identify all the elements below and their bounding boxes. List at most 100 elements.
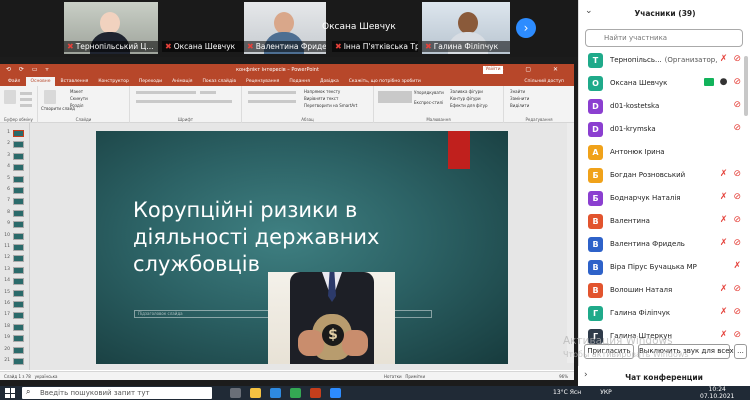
- participant-row[interactable]: В Валентина ✗ ⊘: [579, 210, 750, 233]
- slide-thumbnail[interactable]: 6: [2, 186, 28, 195]
- camera-off-icon[interactable]: ⊘: [733, 123, 741, 133]
- slide-thumbnail[interactable]: 3: [2, 152, 28, 161]
- mic-muted-icon[interactable]: ✗: [720, 54, 728, 64]
- tab-help[interactable]: Довідка: [316, 77, 343, 86]
- camera-off-icon[interactable]: ⊘: [733, 238, 741, 248]
- arrange-button[interactable]: Упорядкувати: [414, 90, 444, 95]
- powerpoint-icon[interactable]: [310, 388, 321, 398]
- participant-row[interactable]: В Віра Пірус Бучацька МР ✗: [579, 256, 750, 279]
- slide-thumbnail[interactable]: 9: [2, 220, 28, 229]
- slide-thumbnail[interactable]: 14: [2, 277, 28, 286]
- money-bag-photo[interactable]: $: [268, 272, 395, 364]
- camera-off-icon[interactable]: ⊘: [733, 215, 741, 225]
- system-tray[interactable]: 13°C Ясн УКР: [553, 389, 612, 396]
- tab-review[interactable]: Рецензування: [242, 77, 283, 86]
- tab-home[interactable]: Основне: [26, 77, 55, 86]
- slide-thumbnail[interactable]: 1: [2, 129, 28, 138]
- mic-muted-icon[interactable]: ✗: [720, 284, 728, 294]
- mic-muted-icon[interactable]: ✗: [720, 192, 728, 202]
- slide-title[interactable]: Корупційні ризики в діяльності державних…: [133, 197, 403, 278]
- section-button[interactable]: Розділ: [70, 103, 83, 108]
- select-button[interactable]: Виділити: [510, 103, 529, 108]
- tab-file[interactable]: Файл: [4, 77, 24, 86]
- slide-thumbnail[interactable]: 21: [2, 357, 28, 366]
- zoom-level[interactable]: 96%: [559, 374, 568, 379]
- more-options-button[interactable]: ...: [734, 344, 747, 359]
- slide-thumbnail[interactable]: 13: [2, 266, 28, 275]
- participant-row[interactable]: Dd01-krymska ⊘: [579, 118, 750, 141]
- participant-row[interactable]: Б Боднарчук Наталія ✗ ⊘: [579, 187, 750, 210]
- layout-button[interactable]: Макет: [70, 89, 83, 94]
- camera-off-icon[interactable]: ⊘: [733, 169, 741, 179]
- participant-row[interactable]: Г Галина Філіпчук ✗ ⊘: [579, 302, 750, 325]
- video-tile-5[interactable]: ✖ Галина Філіпчук: [422, 2, 510, 54]
- camera-off-icon[interactable]: ⊘: [733, 330, 741, 340]
- comments-button[interactable]: Примітки: [405, 374, 425, 379]
- slide-thumbnail[interactable]: 19: [2, 334, 28, 343]
- quick-access-toolbar[interactable]: ⟲ ⟳ ▭ ▿: [6, 66, 51, 73]
- text-direction-button[interactable]: Напрямок тексту: [304, 89, 340, 94]
- list-buttons[interactable]: [248, 91, 296, 94]
- edge-icon[interactable]: [270, 388, 281, 398]
- slide-thumbnail[interactable]: 8: [2, 209, 28, 218]
- language-indicator[interactable]: українська: [35, 374, 58, 379]
- tab-insert[interactable]: Вставлення: [57, 77, 93, 86]
- slide-thumbnail[interactable]: 10: [2, 232, 28, 241]
- reset-button[interactable]: Скинути: [70, 96, 88, 101]
- participant-search-input[interactable]: [585, 29, 743, 47]
- mic-muted-icon[interactable]: ✗: [733, 261, 741, 271]
- font-name-box[interactable]: [136, 91, 196, 94]
- slide-thumbnail[interactable]: 15: [2, 289, 28, 298]
- align-text-button[interactable]: Вирівняти текст: [304, 96, 338, 101]
- camera-off-icon[interactable]: ⊘: [733, 307, 741, 317]
- video-tile-1[interactable]: ✖ Тернопільський Ц...: [64, 2, 158, 54]
- tab-slideshow[interactable]: Показ слайдів: [199, 77, 240, 86]
- camera-off-icon[interactable]: ⊘: [733, 284, 741, 294]
- slide-thumbnail[interactable]: 17: [2, 311, 28, 320]
- tab-animations[interactable]: Анімація: [168, 77, 196, 86]
- slide-thumbnail[interactable]: 16: [2, 300, 28, 309]
- camera-off-icon[interactable]: ⊘: [733, 77, 741, 87]
- slide-thumbnail[interactable]: 2: [2, 140, 28, 149]
- participant-list-scrollbar[interactable]: [744, 56, 748, 116]
- tab-transitions[interactable]: Переходи: [135, 77, 166, 86]
- participant-row[interactable]: В Валентина Фридель ✗ ⊘: [579, 233, 750, 256]
- mic-muted-icon[interactable]: ✗: [720, 330, 728, 340]
- slide-thumbnail[interactable]: 11: [2, 243, 28, 252]
- slide-thumbnail[interactable]: 12: [2, 254, 28, 263]
- participant-row[interactable]: Dd01-kostetska ⊘: [579, 95, 750, 118]
- slide-thumbnail[interactable]: 4: [2, 163, 28, 172]
- slide-thumbnail[interactable]: 20: [2, 346, 28, 355]
- find-button[interactable]: Знайти: [510, 89, 525, 94]
- mic-muted-icon[interactable]: ✗: [720, 307, 728, 317]
- quick-styles-button[interactable]: Експрес-стилі: [414, 100, 443, 105]
- tab-view[interactable]: Подання: [285, 77, 314, 86]
- paste-icon[interactable]: [4, 90, 16, 104]
- taskbar-clock[interactable]: 10:24 07.10.2021: [700, 386, 734, 400]
- shape-outline-button[interactable]: Контур фігури: [450, 96, 481, 101]
- keyboard-language[interactable]: УКР: [600, 389, 612, 396]
- slide-canvas[interactable]: Корупційні ризики в діяльності державних…: [96, 131, 508, 364]
- mic-muted-icon[interactable]: ✗: [720, 238, 728, 248]
- camera-off-icon[interactable]: ⊘: [733, 54, 741, 64]
- notes-button[interactable]: Нотатки: [384, 374, 402, 379]
- smartart-button[interactable]: Перетворити на SmartArt: [304, 103, 357, 108]
- new-slide-icon[interactable]: [44, 90, 56, 104]
- participant-row[interactable]: В Волошин Наталя ✗ ⊘: [579, 279, 750, 302]
- tab-design[interactable]: Конструктор: [94, 77, 132, 86]
- chrome-icon[interactable]: [290, 388, 301, 398]
- shape-fill-button[interactable]: Заливка фігури: [450, 89, 483, 94]
- camera-off-icon[interactable]: ⊘: [733, 100, 741, 110]
- task-view-icon[interactable]: [230, 388, 241, 398]
- taskbar-search-box[interactable]: ⌕ Введіть пошуковий запит тут: [22, 387, 212, 399]
- chat-header[interactable]: › Чат конференции: [578, 366, 750, 386]
- slide-thumbnail[interactable]: 7: [2, 197, 28, 206]
- participant-row[interactable]: Б Богдан Розновський ✗ ⊘: [579, 164, 750, 187]
- chevron-right-icon[interactable]: ›: [516, 18, 536, 38]
- font-format-buttons[interactable]: [136, 100, 232, 103]
- tell-me-search[interactable]: Скажіть, що потрібно зробити: [345, 77, 425, 86]
- camera-off-icon[interactable]: ⊘: [733, 192, 741, 202]
- slide-thumbnail[interactable]: 5: [2, 175, 28, 184]
- participant-row[interactable]: О Оксана Шевчук ● ⊘: [579, 72, 750, 95]
- font-size-box[interactable]: [200, 91, 216, 94]
